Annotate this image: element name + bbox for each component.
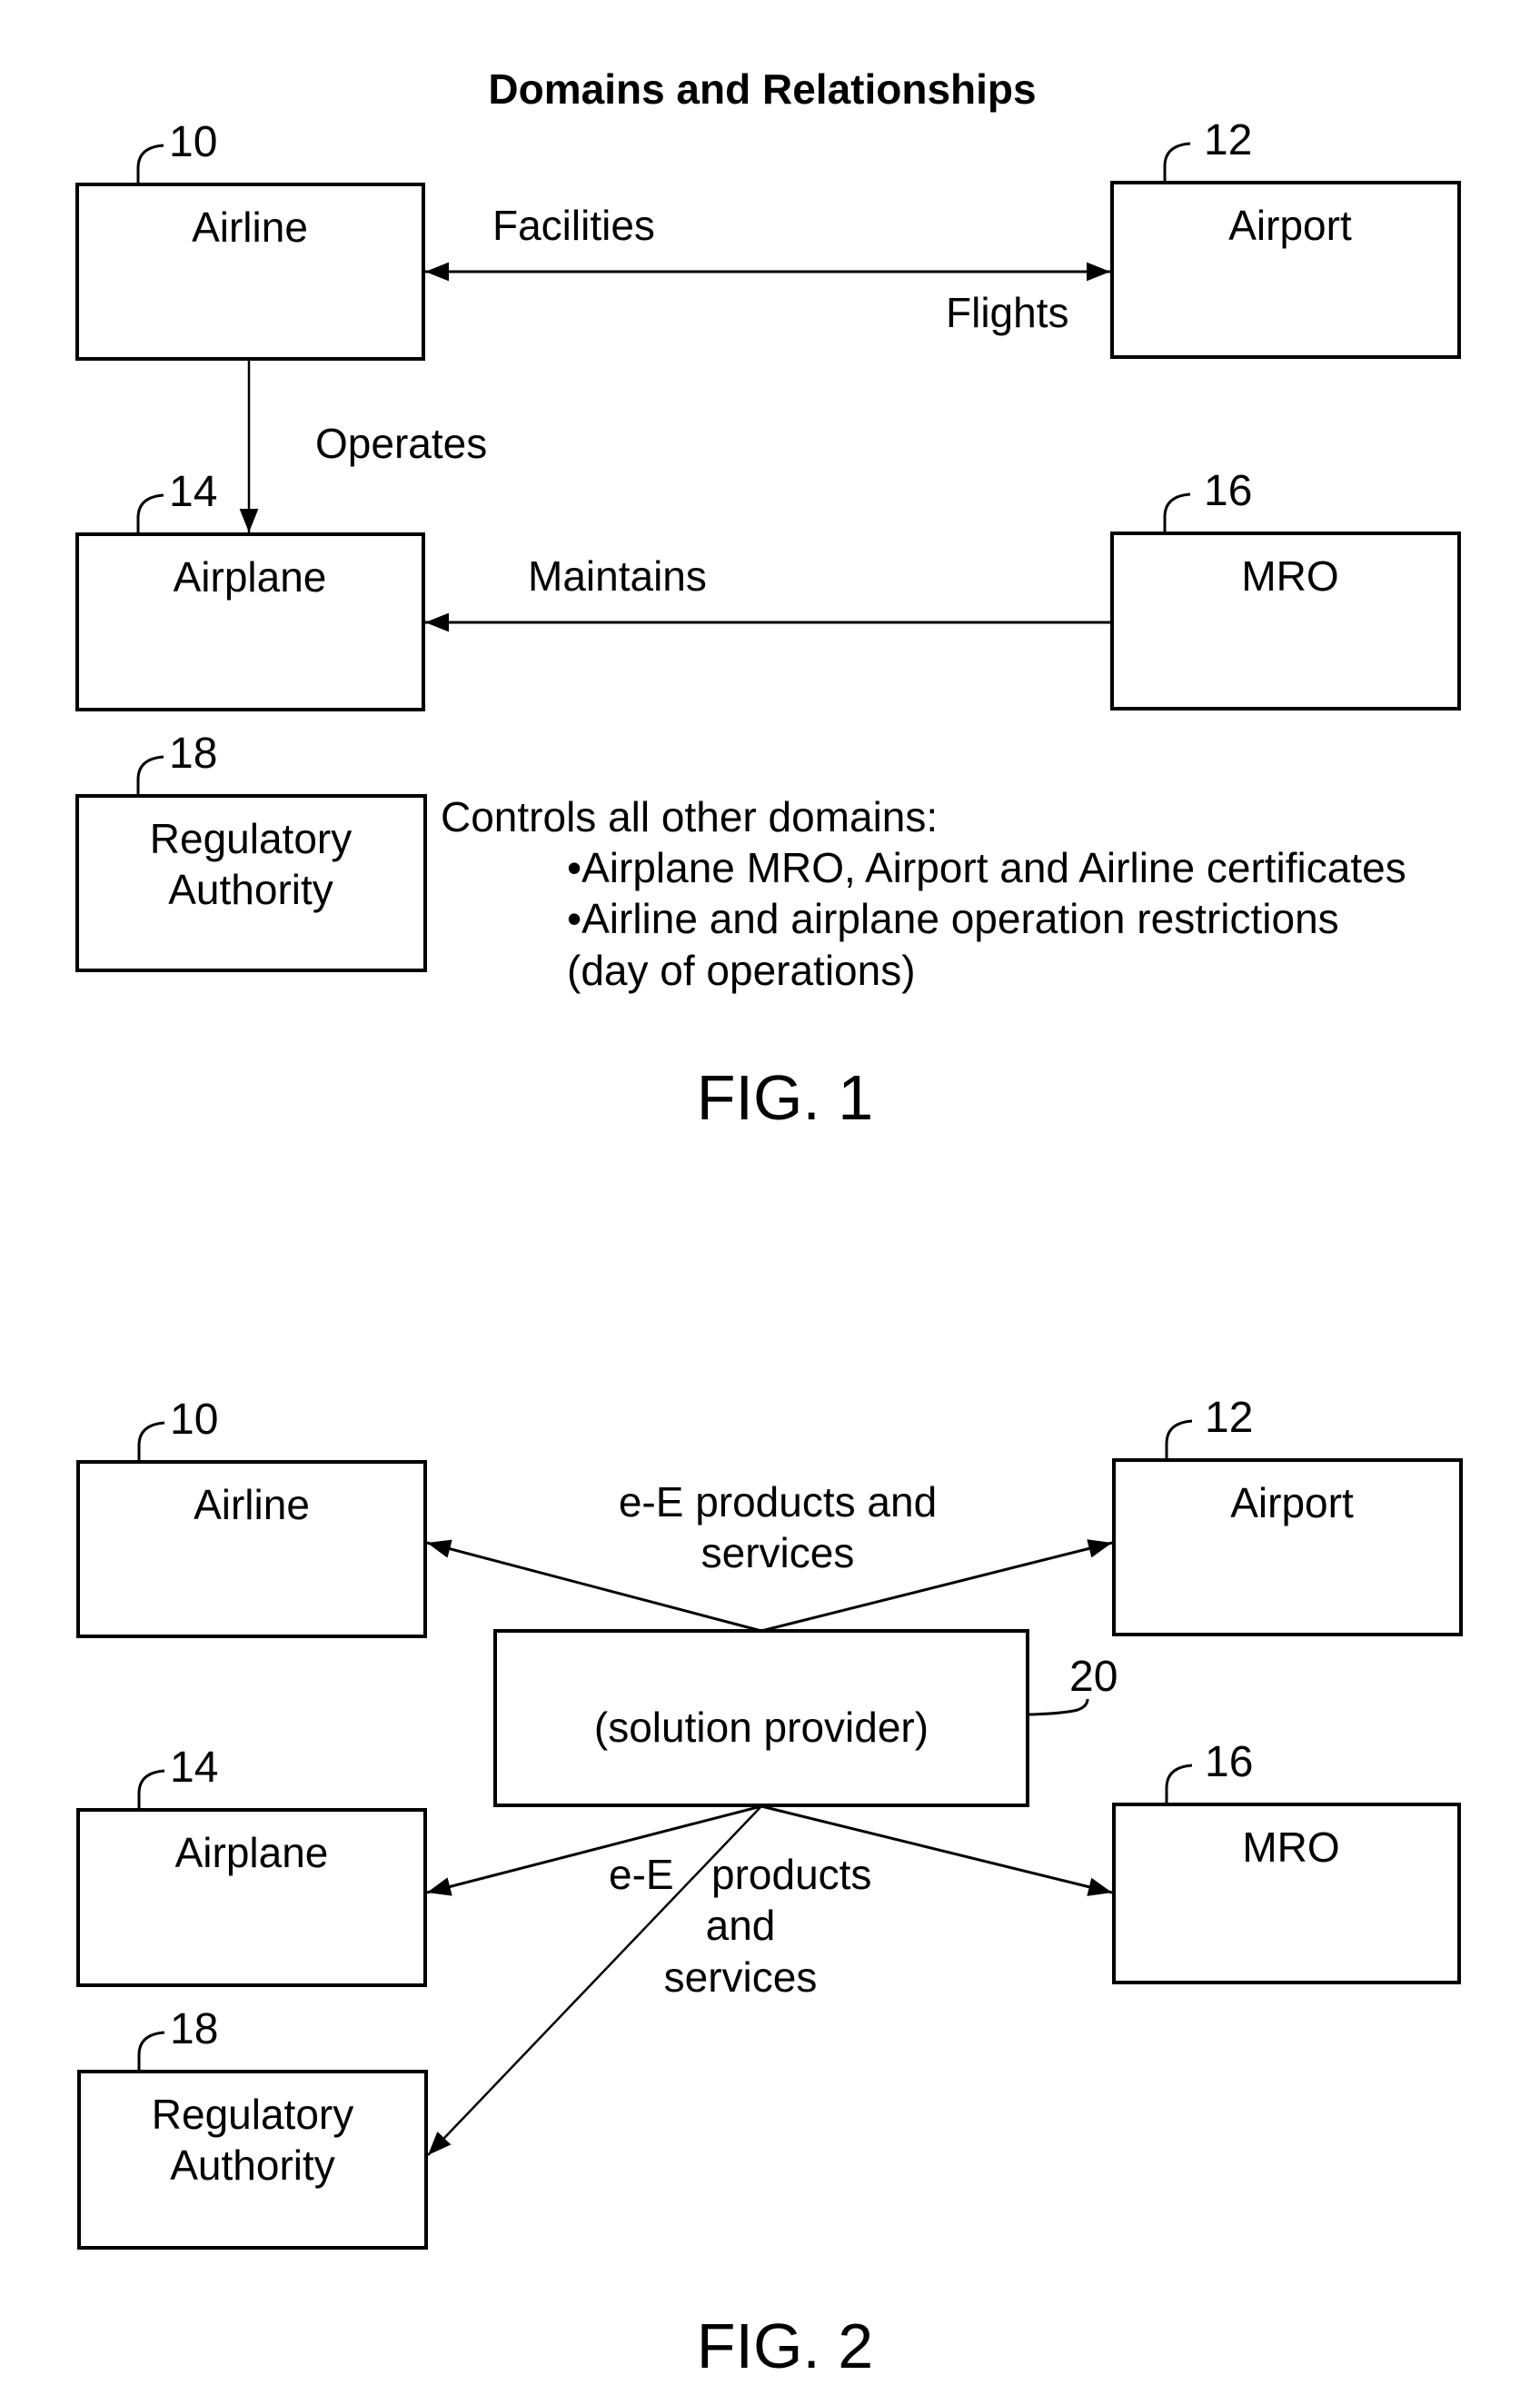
- fig1-airline-node: 10 Airline: [75, 118, 425, 361]
- lower-products-label-line2: and: [706, 1902, 776, 1949]
- ref-leader: [1165, 1419, 1193, 1460]
- operates-label: Operates: [315, 420, 487, 467]
- regulatory-label-line2: Authority: [168, 866, 333, 913]
- fig1-mro-node: 16 MRO: [1110, 467, 1461, 711]
- ref-numeral-16: 16: [1204, 467, 1252, 515]
- lower-products-label-word2: products: [711, 1851, 871, 1898]
- fig2-regulatory-node: 18 Regulatory Authority: [77, 2005, 428, 2250]
- note-continuation: (day of operations): [567, 947, 916, 994]
- figure-1-caption: FIG. 1: [697, 1062, 873, 1133]
- regulatory-label-line2: Authority: [170, 2142, 335, 2189]
- fig1-airport-node: 12 Airport: [1110, 116, 1461, 359]
- lower-products-label-word1: e-E: [609, 1851, 674, 1898]
- ref-leader: [137, 1421, 165, 1462]
- upper-products-label-line2: services: [701, 1529, 855, 1576]
- ref-numeral-12: 12: [1205, 1394, 1253, 1442]
- flights-label: Flights: [946, 289, 1068, 336]
- facilities-label: Facilities: [492, 202, 655, 249]
- patent-figures: Domains and Relationships 10 Airline 12 …: [75, 65, 1463, 2381]
- ref-numeral-20: 20: [1069, 1653, 1118, 1701]
- figure-1-title: Domains and Relationships: [488, 65, 1036, 113]
- fig1-regulatory-node: 18 Regulatory Authority: [75, 730, 427, 972]
- note-heading: Controls all other domains:: [441, 793, 938, 840]
- airport-label: Airport: [1228, 202, 1352, 249]
- fig2-mro-node: 16 MRO: [1112, 1738, 1461, 1984]
- regulatory-note: Controls all other domains: •Airplane MR…: [441, 793, 1406, 994]
- airplane-label: Airplane: [174, 553, 327, 601]
- upper-products-label-line1: e-E products and: [619, 1478, 937, 1525]
- figure-2-caption: FIG. 2: [697, 2311, 873, 2381]
- ref-leader: [136, 144, 164, 184]
- ref-leader: [1165, 1764, 1193, 1804]
- airport-label: Airport: [1230, 1479, 1354, 1526]
- ref-leader: [1163, 142, 1191, 183]
- mro-label: MRO: [1241, 552, 1338, 600]
- airplane-label: Airplane: [175, 1829, 329, 1876]
- figure-2: 10 Airline 12 Airport e-E products and s…: [76, 1394, 1463, 2381]
- ref-leader: [137, 2031, 165, 2072]
- solution-provider-label: (solution provider): [594, 1704, 929, 1751]
- fig2-airplane-node: 14 Airplane: [76, 1744, 427, 1987]
- ref-numeral-12: 12: [1204, 116, 1252, 164]
- fig1-airplane-node: 14 Airplane: [75, 468, 425, 711]
- ref-numeral-18: 18: [170, 2005, 218, 2053]
- note-bullet: •Airline and airplane operation restrict…: [567, 895, 1339, 942]
- fig2-solution-provider-node: (solution provider) 20: [493, 1629, 1118, 1807]
- mro-label: MRO: [1242, 1824, 1339, 1871]
- ref-leader: [137, 1769, 165, 1810]
- ref-numeral-10: 10: [170, 1396, 218, 1444]
- ref-leader: [1028, 1698, 1089, 1716]
- airline-label: Airline: [192, 204, 308, 251]
- figure-1: Domains and Relationships 10 Airline 12 …: [75, 65, 1461, 1133]
- ref-leader: [1163, 492, 1191, 533]
- regulatory-label-line1: Regulatory: [152, 2091, 353, 2138]
- ref-numeral-14: 14: [169, 468, 217, 516]
- note-bullet: •Airplane MRO, Airport and Airline certi…: [567, 844, 1406, 891]
- lower-products-label-line3: services: [664, 1953, 818, 2001]
- fig2-airline-node: 10 Airline: [76, 1396, 427, 1638]
- ref-leader: [136, 493, 164, 534]
- ref-numeral-10: 10: [169, 118, 217, 166]
- fig2-airport-node: 12 Airport: [1112, 1394, 1463, 1636]
- ref-numeral-18: 18: [169, 730, 217, 778]
- airline-label: Airline: [194, 1481, 310, 1528]
- ref-numeral-16: 16: [1205, 1738, 1253, 1786]
- regulatory-label-line1: Regulatory: [150, 815, 352, 862]
- ref-numeral-14: 14: [170, 1744, 218, 1792]
- maintains-label: Maintains: [528, 552, 707, 600]
- ref-leader: [136, 755, 164, 796]
